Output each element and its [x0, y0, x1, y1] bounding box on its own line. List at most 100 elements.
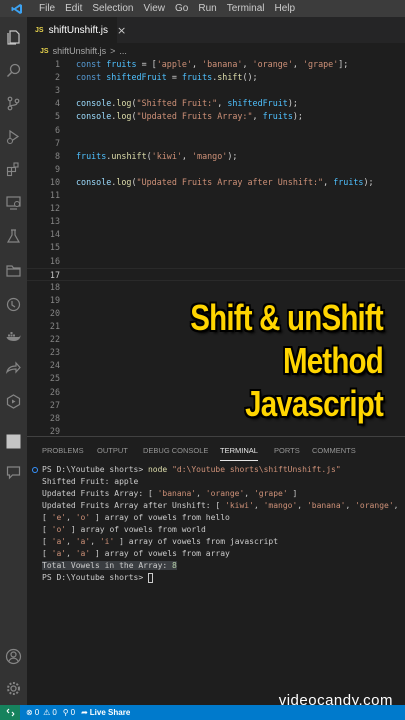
extensions-icon[interactable] [0, 157, 27, 181]
code-line[interactable]: 3 [27, 84, 405, 97]
command-decoration-icon[interactable] [32, 467, 38, 473]
github-actions-icon[interactable] [0, 389, 27, 413]
code-line[interactable]: 15 [27, 241, 405, 254]
code-token: 'grape' [302, 59, 339, 69]
code-line[interactable]: 9 [27, 163, 405, 176]
terminal-token: [ [42, 537, 52, 546]
code-line[interactable]: 5 console.log("Updated Fruits Array:", fr… [27, 110, 405, 123]
code-line[interactable]: 16 [27, 255, 405, 268]
code-line[interactable]: 8 fruits.unshift('kiwi', 'mango'); [27, 150, 405, 163]
line-number: 22 [49, 334, 60, 345]
line-number: 9 [54, 163, 60, 174]
remote-indicator-icon[interactable] [0, 705, 20, 720]
code-line[interactable]: 12 [27, 202, 405, 215]
tab-shiftunshift-js[interactable]: JS shiftUnshift.js × [27, 17, 126, 43]
terminal-token: , [196, 489, 206, 498]
tab-problems[interactable]: PROBLEMS [42, 446, 84, 455]
warning-icon: ⚠ [43, 708, 51, 717]
account-icon[interactable] [0, 644, 27, 668]
run-debug-icon[interactable] [0, 124, 27, 148]
comments-icon[interactable] [0, 460, 27, 484]
code-token: const [76, 72, 107, 83]
search-icon[interactable] [0, 58, 27, 82]
square-extension-icon[interactable] [0, 429, 27, 453]
close-icon[interactable]: × [117, 24, 126, 37]
code-text: console.log("Shifted Fruit:", shiftedFru… [76, 97, 298, 110]
terminal-token: , [90, 537, 100, 546]
line-number: 27 [49, 399, 60, 410]
line-number: 12 [49, 203, 60, 214]
menu-item-file[interactable]: File [34, 0, 60, 17]
line-number: 26 [49, 386, 60, 397]
code-line[interactable]: 10 console.log("Updated Fruits Array afte… [27, 176, 405, 189]
breadcrumb: JS shiftUnshift.js > ... [40, 44, 127, 58]
tab-output[interactable]: OUTPUT [97, 446, 128, 455]
menu-item-go[interactable]: Go [170, 0, 193, 17]
code-line[interactable]: 13 [27, 215, 405, 228]
panel-tabs: PROBLEMS OUTPUT DEBUG CONSOLE TERMINAL PORTS… [27, 437, 405, 463]
code-token: shiftedFruit [227, 98, 288, 109]
breadcrumb-more[interactable]: ... [119, 46, 127, 56]
settings-gear-icon[interactable] [0, 676, 27, 700]
code-line[interactable]: 11 [27, 189, 405, 202]
code-token: log [116, 98, 132, 109]
tab-comments[interactable]: COMMENTS [312, 446, 356, 455]
line-number: 29 [49, 425, 60, 436]
code-token: = [166, 72, 182, 83]
code-line[interactable]: 14 [27, 228, 405, 241]
explorer-icon[interactable] [0, 25, 27, 49]
timeline-icon[interactable] [0, 292, 27, 316]
code-line[interactable]: 6 [27, 124, 405, 137]
error-count: 0 [34, 708, 40, 717]
terminal-token: Total Vowels in the Array: [42, 561, 173, 570]
menu-item-view[interactable]: View [139, 0, 171, 17]
code-line[interactable]: 2 const shiftedFruit = fruits.shift(); [27, 71, 405, 84]
terminal-token: 8 [172, 561, 177, 570]
terminal-token: 'a' [51, 537, 67, 546]
tab-debug-console[interactable]: DEBUG CONSOLE [143, 446, 208, 455]
live-share-arrow-icon: ➦ [81, 708, 88, 717]
code-line[interactable]: 7 [27, 137, 405, 150]
code-line[interactable]: 29 [27, 425, 405, 436]
problems-status[interactable]: ⊗ 0 ⚠ 0 [26, 708, 57, 717]
title-bar: File Edit Selection View Go Run Terminal Help [0, 0, 405, 17]
video-overlay-title: Shift & unShift Method Javascript [190, 296, 383, 425]
code-token: , [192, 59, 203, 69]
docker-icon[interactable] [0, 324, 27, 348]
live-share-label: Live Share [89, 708, 131, 717]
menu-item-selection[interactable]: Selection [87, 0, 138, 17]
code-line[interactable]: 1 const fruits = ['apple', 'banana', 'ora… [27, 58, 405, 71]
terminal-token: 'o' [75, 513, 91, 522]
code-text: const shiftedFruit = fruits.shift(); [76, 71, 258, 84]
line-number: 18 [49, 281, 60, 292]
menu-item-help[interactable]: Help [270, 0, 301, 17]
ports-status[interactable]: ⚲ 0 [63, 708, 75, 717]
terminal-token: , [66, 513, 76, 522]
code-token: ); [363, 176, 374, 187]
code-line[interactable]: 18 [27, 281, 405, 294]
code-line[interactable]: 4 console.log("Shifted Fruit:", shiftedFr… [27, 97, 405, 110]
code-token: log [116, 176, 132, 187]
terminal-token: ] array of vowels from world [66, 525, 206, 534]
tab-terminal[interactable]: TERMINAL [220, 446, 258, 461]
terminal-token: [ [42, 525, 52, 534]
live-share-icon[interactable] [0, 356, 27, 380]
menu-item-terminal[interactable]: Terminal [222, 0, 270, 17]
code-line[interactable]: 17 [27, 267, 405, 281]
remote-explorer-icon[interactable] [0, 190, 27, 214]
source-control-icon[interactable] [0, 91, 27, 115]
testing-icon[interactable] [0, 224, 27, 248]
terminal-token: 'orange' [205, 489, 245, 498]
folder-icon[interactable] [0, 258, 27, 282]
javascript-file-icon: JS [40, 47, 49, 55]
terminal-token: , [244, 489, 254, 498]
tab-ports[interactable]: PORTS [274, 446, 300, 455]
terminal-line: Total Vowels in the Array: 8 [42, 560, 177, 572]
ports-count: 0 [70, 708, 76, 717]
live-share-status[interactable]: ➦ Live Share [81, 708, 130, 717]
editor-tab-bar: JS shiftUnshift.js × [27, 17, 405, 43]
line-number: 21 [49, 321, 60, 331]
breadcrumb-file[interactable]: shiftUnshift.js [53, 46, 107, 56]
menu-item-edit[interactable]: Edit [60, 0, 87, 17]
menu-item-run[interactable]: Run [193, 0, 221, 17]
